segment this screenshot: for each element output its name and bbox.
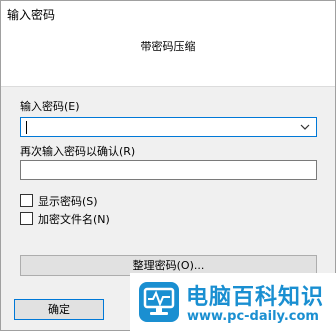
password-dialog: 输入密码 带密码压缩 输入密码(E) 再次输入密码以确认(R) 显示密码(S) …	[0, 0, 336, 331]
chevron-down-icon[interactable]	[300, 122, 310, 132]
monitor-logo-icon	[139, 282, 179, 322]
password-input[interactable]	[21, 118, 316, 136]
watermark-banner: 电脑百科知识 www.pc-daily.com	[130, 273, 336, 331]
confirm-password-input[interactable]	[21, 161, 316, 179]
confirm-password-label: 再次输入密码以确认(R)	[20, 145, 136, 158]
password-label: 输入密码(E)	[20, 100, 80, 113]
dialog-subtitle: 带密码压缩	[140, 40, 196, 53]
window-title: 输入密码	[7, 8, 56, 22]
watermark-title: 电脑百科知识	[186, 285, 325, 310]
watermark-url: www.pc-daily.com	[187, 309, 319, 324]
title-bar[interactable]: 输入密码	[1, 1, 335, 29]
confirm-password-field[interactable]	[20, 160, 317, 180]
password-combo[interactable]	[20, 117, 317, 137]
dialog-header: 带密码压缩	[1, 29, 335, 87]
encrypt-filenames-checkbox[interactable]	[20, 212, 33, 225]
text-caret	[26, 121, 27, 134]
show-password-label: 显示密码(S)	[38, 195, 98, 208]
show-password-checkbox[interactable]	[20, 194, 33, 207]
ok-button[interactable]: 确定	[14, 299, 104, 320]
encrypt-filenames-label: 加密文件名(N)	[38, 213, 110, 226]
